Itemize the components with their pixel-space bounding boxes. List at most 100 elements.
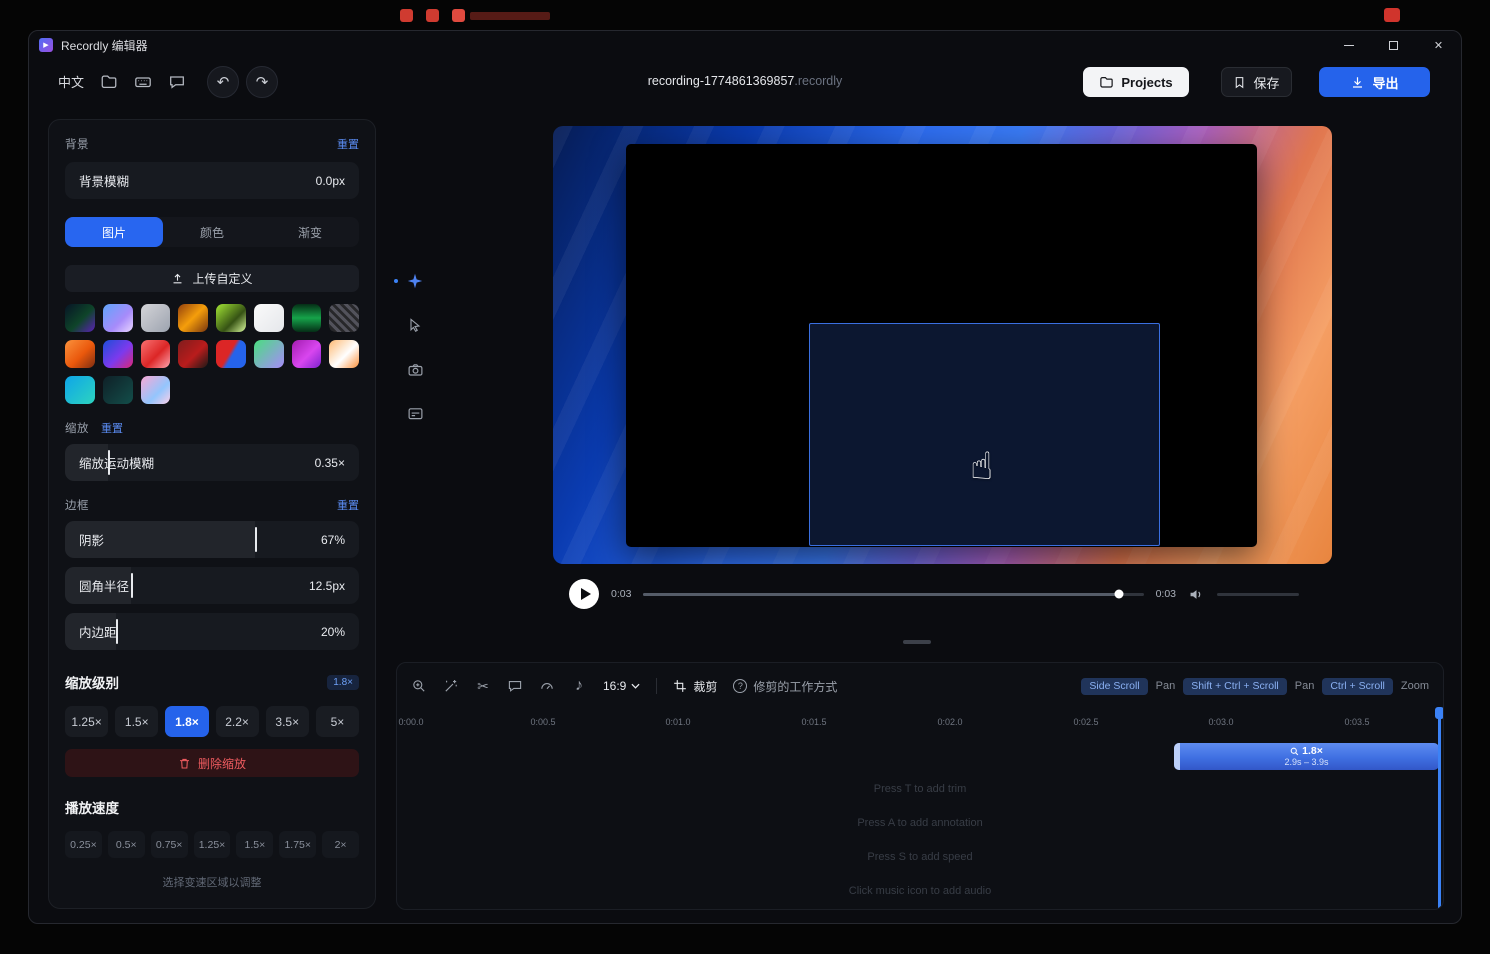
zoom-option-1-8x[interactable]: 1.8×	[165, 706, 208, 737]
tab-color[interactable]: 颜色	[163, 217, 261, 247]
minimize-button[interactable]	[1326, 31, 1371, 59]
delete-zoom-button[interactable]: 删除缩放	[65, 749, 359, 777]
zoom-level-badge: 1.8×	[327, 675, 359, 690]
magic-wand-icon[interactable]	[443, 678, 459, 694]
zoom-section-title: 缩放	[65, 420, 89, 436]
upload-custom-button[interactable]: 上传自定义	[65, 265, 359, 292]
volume-icon[interactable]	[1188, 586, 1205, 603]
video-preview-canvas[interactable]: ☝	[553, 126, 1332, 564]
background-section-header: 背景 重置	[65, 136, 359, 152]
volume-slider[interactable]	[1217, 593, 1299, 596]
save-button[interactable]: 保存	[1221, 67, 1292, 97]
speed-gauge-icon[interactable]	[539, 678, 555, 694]
cursor-icon	[407, 317, 423, 333]
progress-thumb[interactable]	[1114, 590, 1123, 599]
background-thumbnail[interactable]	[103, 340, 133, 368]
zoom-option-1-25x[interactable]: 1.25×	[65, 706, 108, 737]
panel-drag-handle[interactable]	[903, 640, 931, 644]
zoom-option-3-5x[interactable]: 3.5×	[266, 706, 309, 737]
zoom-selection-region[interactable]: ☝	[809, 323, 1160, 546]
projects-button[interactable]: Projects	[1083, 67, 1189, 97]
background-thumbnail[interactable]	[65, 340, 95, 368]
zoom-option-5x[interactable]: 5×	[316, 706, 359, 737]
speed-option-1-5x[interactable]: 1.5×	[236, 831, 273, 858]
recorded-screen: ☝	[626, 144, 1257, 547]
zoom-segment[interactable]: 1.8× 2.9s – 3.9s	[1174, 743, 1439, 770]
border-section-header: 边框 重置	[65, 497, 359, 513]
speed-option-0-75x[interactable]: 0.75×	[151, 831, 188, 858]
save-label: 保存	[1253, 73, 1279, 92]
slider-marker[interactable]	[255, 527, 257, 552]
crop-label: 裁剪	[693, 678, 717, 695]
speed-option-2x[interactable]: 2×	[322, 831, 359, 858]
aspect-ratio-dropdown[interactable]: 16:9	[603, 679, 640, 693]
trim-help-button[interactable]: ? 修剪的工作方式	[733, 678, 837, 695]
timeline-hint: Press A to add annotation	[397, 817, 1443, 829]
auto-zoom-effects-button[interactable]	[406, 272, 424, 290]
maximize-button[interactable]	[1371, 31, 1416, 59]
slider-marker[interactable]	[131, 573, 133, 598]
background-thumbnail[interactable]	[254, 340, 284, 368]
segment-left-handle[interactable]	[1174, 743, 1180, 770]
background-thumbnail[interactable]	[292, 304, 322, 332]
background-thumbnail[interactable]	[216, 304, 246, 332]
caption-tool-button[interactable]	[406, 404, 424, 422]
background-thumbnail[interactable]	[103, 376, 133, 404]
background-thumbnail[interactable]	[141, 376, 171, 404]
speed-option-0-5x[interactable]: 0.5×	[108, 831, 145, 858]
zoom-option-2-2x[interactable]: 2.2×	[216, 706, 259, 737]
ruler-tick-label: 0:02.5	[1073, 717, 1098, 727]
annotation-icon[interactable]	[507, 678, 523, 694]
background-thumbnail[interactable]	[292, 340, 322, 368]
background-thumbnail[interactable]	[254, 304, 284, 332]
ruler-tick-label: 0:03.0	[1208, 717, 1233, 727]
window-controls: ✕	[1326, 31, 1461, 59]
speed-option-0-25x[interactable]: 0.25×	[65, 831, 102, 858]
background-reset-button[interactable]: 重置	[337, 136, 359, 152]
background-thumbnail[interactable]	[65, 376, 95, 404]
progress-slider[interactable]	[643, 593, 1143, 596]
volume-thumb[interactable]	[1217, 593, 1299, 621]
background-blur-slider[interactable]: 背景模糊 0.0px	[65, 162, 359, 199]
speed-option-1-25x[interactable]: 1.25×	[194, 831, 231, 858]
background-thumbnail[interactable]	[141, 304, 171, 332]
crop-button[interactable]: 裁剪	[673, 678, 717, 695]
export-button[interactable]: 导出	[1319, 67, 1430, 97]
shadow-value: 67%	[321, 533, 345, 547]
speed-option-1-75x[interactable]: 1.75×	[279, 831, 316, 858]
background-thumbnail[interactable]	[329, 304, 359, 332]
zoom-in-icon[interactable]	[411, 678, 427, 694]
scissors-icon[interactable]: ✂	[475, 678, 491, 694]
timeline-ruler[interactable]: 0:00.0 0:00.5 0:01.0 0:01.5 0:02.0 0:02.…	[397, 717, 1443, 735]
timeline-hint: Click music icon to add audio	[397, 885, 1443, 897]
background-thumbnail[interactable]	[178, 304, 208, 332]
close-button[interactable]: ✕	[1416, 31, 1461, 59]
camera-tool-button[interactable]	[406, 360, 424, 378]
background-thumbnail[interactable]	[178, 340, 208, 368]
zoom-option-1-5x[interactable]: 1.5×	[115, 706, 158, 737]
delete-zoom-label: 删除缩放	[198, 755, 246, 772]
background-thumbnail[interactable]	[141, 340, 171, 368]
padding-slider[interactable]: 内边距 20%	[65, 613, 359, 650]
tab-image[interactable]: 图片	[65, 217, 163, 247]
border-section-title: 边框	[65, 497, 89, 513]
zoom-reset-button[interactable]: 重置	[101, 420, 123, 436]
background-thumbnail[interactable]	[329, 340, 359, 368]
shadow-slider[interactable]: 阴影 67%	[65, 521, 359, 558]
segment-time-range: 2.9s – 3.9s	[1284, 757, 1328, 768]
border-reset-button[interactable]: 重置	[337, 497, 359, 513]
music-icon[interactable]: ♪	[571, 678, 587, 694]
playhead[interactable]	[1438, 707, 1441, 909]
upload-icon	[171, 272, 184, 285]
background-type-tabs: 图片 颜色 渐变	[65, 217, 359, 247]
corner-radius-slider[interactable]: 圆角半径 12.5px	[65, 567, 359, 604]
aspect-ratio-value: 16:9	[603, 679, 626, 693]
background-thumbnail[interactable]	[216, 340, 246, 368]
tab-gradient[interactable]: 渐变	[261, 217, 359, 247]
help-icon: ?	[733, 679, 747, 693]
background-thumbnail[interactable]	[65, 304, 95, 332]
cursor-tool-button[interactable]	[406, 316, 424, 334]
background-thumbnail[interactable]	[103, 304, 133, 332]
zoom-motion-blur-slider[interactable]: 缩放运动模糊 0.35×	[65, 444, 359, 481]
play-button[interactable]	[569, 579, 599, 609]
